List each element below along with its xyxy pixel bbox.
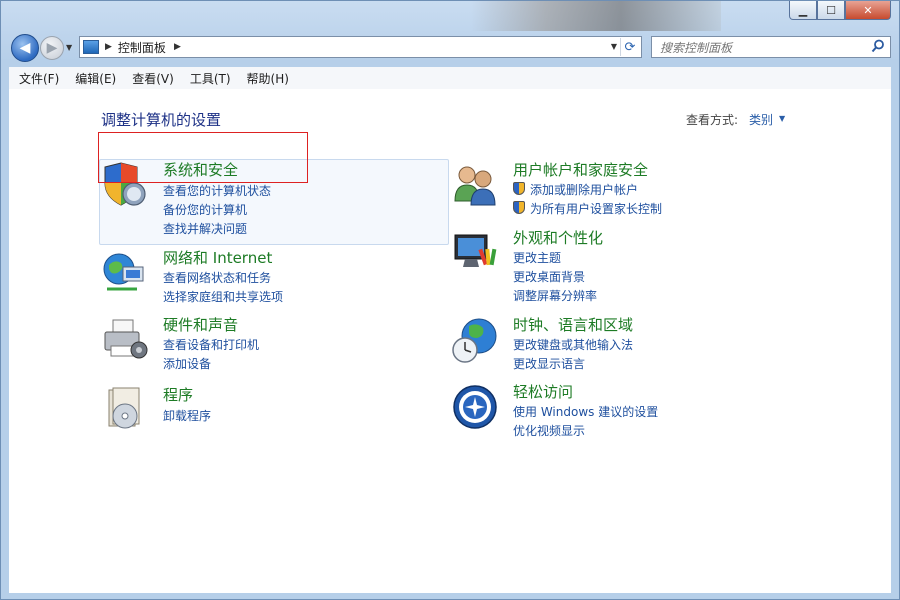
maximize-button[interactable]: ☐ (817, 1, 845, 20)
link-troubleshoot[interactable]: 查找并解决问题 (163, 220, 247, 237)
minimize-button[interactable]: ▁ (789, 1, 817, 20)
link-devices-printers[interactable]: 查看设备和打印机 (163, 336, 259, 353)
category-title[interactable]: 硬件和声音 (163, 314, 238, 335)
search-icon[interactable] (871, 39, 885, 53)
view-by-chevron-icon[interactable]: ▼ (779, 114, 785, 123)
category-title[interactable]: 轻松访问 (513, 381, 573, 402)
category-title[interactable]: 外观和个性化 (513, 227, 603, 248)
link-optimize-video[interactable]: 优化视频显示 (513, 422, 585, 439)
programs-disc-icon (108, 387, 140, 429)
control-panel-icon (83, 40, 99, 54)
title-bar: ▁ ☐ ✕ (1, 1, 899, 31)
category-title[interactable]: 用户帐户和家庭安全 (513, 159, 648, 180)
printer-hardware-icon (104, 319, 148, 359)
view-by-dropdown[interactable]: 类别 (749, 111, 773, 128)
menu-file[interactable]: 文件(F) (9, 70, 65, 87)
clock-globe-icon (452, 318, 497, 363)
link-label: 为所有用户设置家长控制 (530, 202, 663, 216)
title-bar-background (471, 1, 721, 31)
uac-shield-icon (513, 182, 525, 195)
menu-help[interactable]: 帮助(H) (237, 70, 295, 87)
uac-shield-icon (513, 201, 525, 214)
menu-view[interactable]: 查看(V) (122, 70, 180, 87)
back-button[interactable]: ◀ (11, 34, 39, 62)
navigation-bar: ◀ ▶ ▼ ▶ 控制面板 ▶ ▼ ⟳ (1, 31, 899, 65)
network-globe-icon (103, 253, 144, 291)
main-content: 调整计算机的设置 查看方式: 类别 ▼ 系统和安全 查看您的计算机状态 备份您的… (9, 89, 891, 593)
appearance-monitor-icon (454, 234, 497, 267)
view-by-label: 查看方式: (686, 113, 739, 127)
link-parental-controls[interactable]: 为所有用户设置家长控制 (513, 200, 662, 217)
search-input[interactable] (658, 38, 862, 58)
link-view-computer-status[interactable]: 查看您的计算机状态 (163, 182, 271, 199)
link-change-theme[interactable]: 更改主题 (513, 249, 561, 266)
control-panel-window: ▁ ☐ ✕ ◀ ▶ ▼ ▶ 控制面板 ▶ ▼ ⟳ 文件(F) 编辑(E) 查看(… (0, 0, 900, 600)
close-button[interactable]: ✕ (845, 1, 891, 20)
window-controls: ▁ ☐ ✕ (789, 1, 891, 20)
link-network-status[interactable]: 查看网络状态和任务 (163, 269, 271, 286)
recent-pages-dropdown-icon[interactable]: ▼ (66, 43, 72, 52)
forward-button[interactable]: ▶ (40, 36, 64, 60)
link-change-input-method[interactable]: 更改键盘或其他输入法 (513, 336, 633, 353)
link-backup-computer[interactable]: 备份您的计算机 (163, 201, 247, 218)
link-label: 添加或删除用户帐户 (530, 183, 639, 197)
breadcrumb-separator-icon[interactable]: ▶ (105, 42, 112, 52)
menu-bar: 文件(F) 编辑(E) 查看(V) 工具(T) 帮助(H) (9, 67, 891, 90)
link-uninstall-program[interactable]: 卸载程序 (163, 407, 211, 424)
menu-tools[interactable]: 工具(T) (180, 70, 237, 87)
ease-of-access-icon (453, 385, 497, 429)
link-desktop-background[interactable]: 更改桌面背景 (513, 268, 585, 285)
link-recommended-settings[interactable]: 使用 Windows 建议的设置 (513, 403, 658, 420)
link-homegroup-sharing[interactable]: 选择家庭组和共享选项 (163, 288, 283, 305)
menu-edit[interactable]: 编辑(E) (65, 70, 122, 87)
category-title[interactable]: 时钟、语言和区域 (513, 314, 633, 335)
refresh-icon[interactable]: ⟳ (620, 38, 639, 56)
annotation-highlight-frame (98, 132, 308, 183)
category-title[interactable]: 程序 (163, 384, 193, 405)
address-dropdown-icon[interactable]: ▼ (611, 42, 617, 51)
search-box[interactable] (651, 36, 891, 58)
breadcrumb-chevron-icon[interactable]: ▶ (174, 42, 181, 52)
address-bar[interactable]: ▶ 控制面板 ▶ ▼ ⟳ (79, 36, 642, 58)
users-icon (454, 166, 496, 206)
link-screen-resolution[interactable]: 调整屏幕分辨率 (513, 287, 597, 304)
link-change-display-language[interactable]: 更改显示语言 (513, 355, 585, 372)
category-title[interactable]: 网络和 Internet (163, 247, 272, 268)
breadcrumb-control-panel[interactable]: 控制面板 (118, 39, 166, 56)
page-title: 调整计算机的设置 (101, 111, 222, 129)
link-add-device[interactable]: 添加设备 (163, 355, 211, 372)
link-add-remove-accounts[interactable]: 添加或删除用户帐户 (513, 181, 638, 198)
